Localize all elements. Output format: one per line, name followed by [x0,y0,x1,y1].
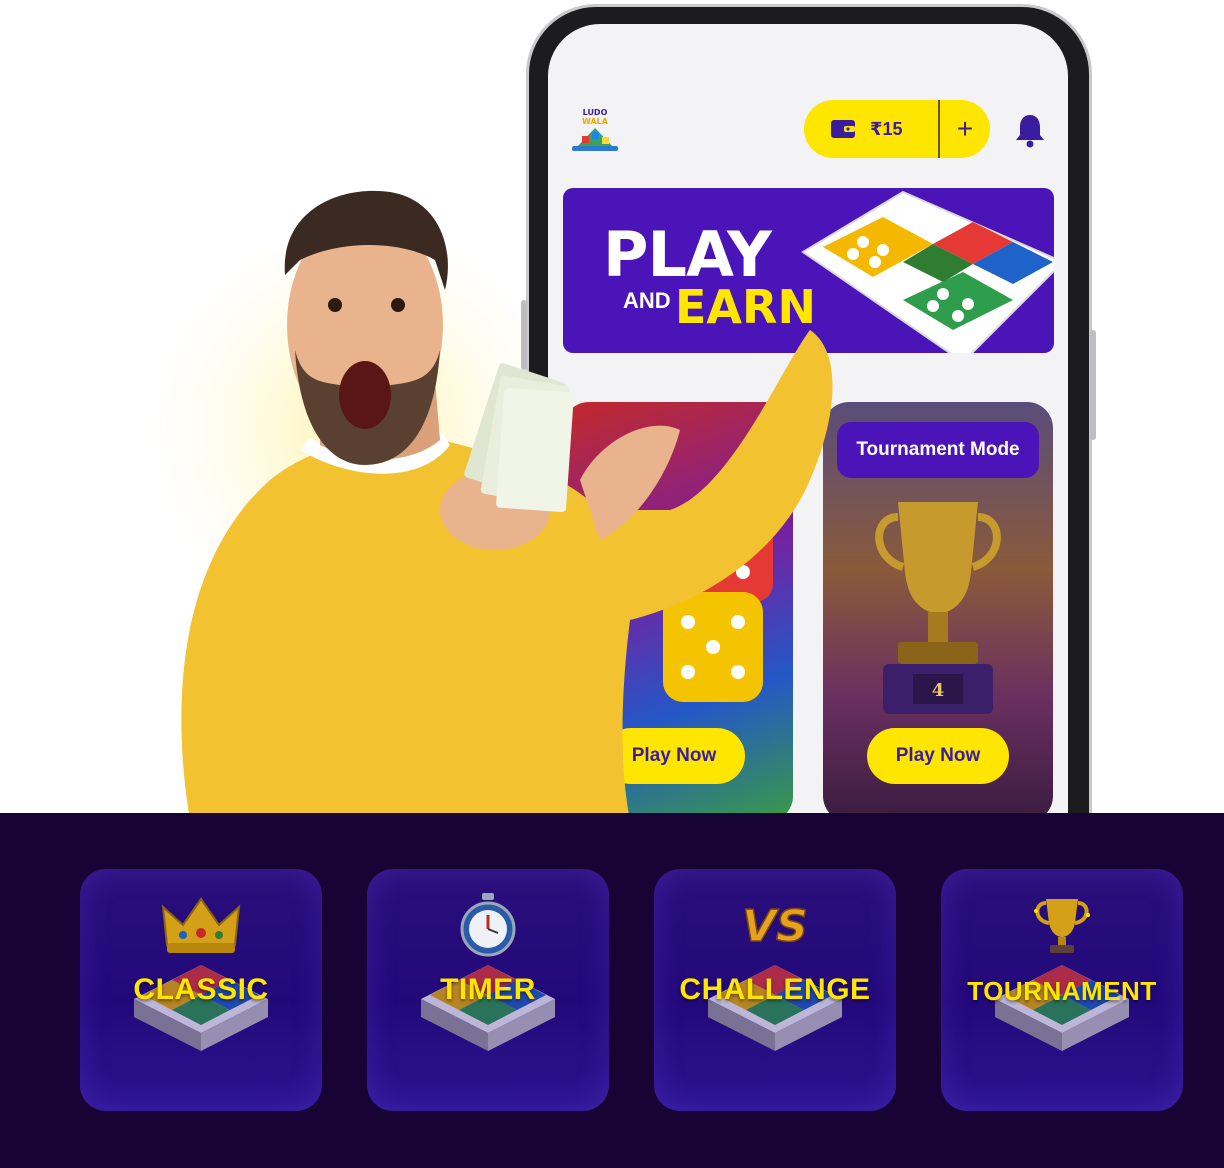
mode-label-challenge: CHALLENGE [679,973,871,1006]
wallet-icon [831,120,855,138]
game-card-tournament[interactable]: 4 Tournament Mode Play Now [823,402,1053,813]
crown-icon [161,897,241,953]
hero-section: LUDO WALA ₹15 + PLAY AND EARN Play Now 4… [0,0,1224,813]
vs-icon: VS [741,900,808,953]
tournament-mode-label: Tournament Mode [837,422,1039,478]
svg-text:WALA: WALA [582,117,609,126]
svg-text:4: 4 [932,680,945,701]
svg-text:LUDO: LUDO [583,108,608,117]
ludo-wala-logo: LUDO WALA [572,108,618,151]
mode-card-timer[interactable]: TIMER [367,869,609,1111]
mode-label-classic: CLASSIC [133,973,269,1006]
wallet-balance-button[interactable]: ₹15 + [804,100,990,158]
trophy-illustration: 4 [875,502,1001,714]
trophy-icon [1034,899,1090,953]
add-money-button[interactable]: + [940,100,990,158]
mode-card-challenge[interactable]: VS CHALLENGE [654,869,896,1111]
stopwatch-icon [460,893,516,957]
wallet-balance[interactable]: ₹15 [804,100,940,158]
svg-text:VS: VS [742,901,808,952]
tournament-play-now-button[interactable]: Play Now [867,728,1009,784]
game-modes-section: CLASSIC TIMER VS CHALLENGE TOURNAMENT [0,813,1224,1168]
bell-icon[interactable] [1013,112,1047,148]
mode-label-tournament: TOURNAMENT [967,976,1157,1006]
phone-power-button [1090,330,1096,440]
wallet-amount: ₹15 [870,118,903,139]
excited-man-illustration [181,190,833,813]
mode-card-classic[interactable]: CLASSIC [80,869,322,1111]
mode-label-timer: TIMER [440,973,536,1006]
mode-card-tournament[interactable]: TOURNAMENT [941,869,1183,1111]
